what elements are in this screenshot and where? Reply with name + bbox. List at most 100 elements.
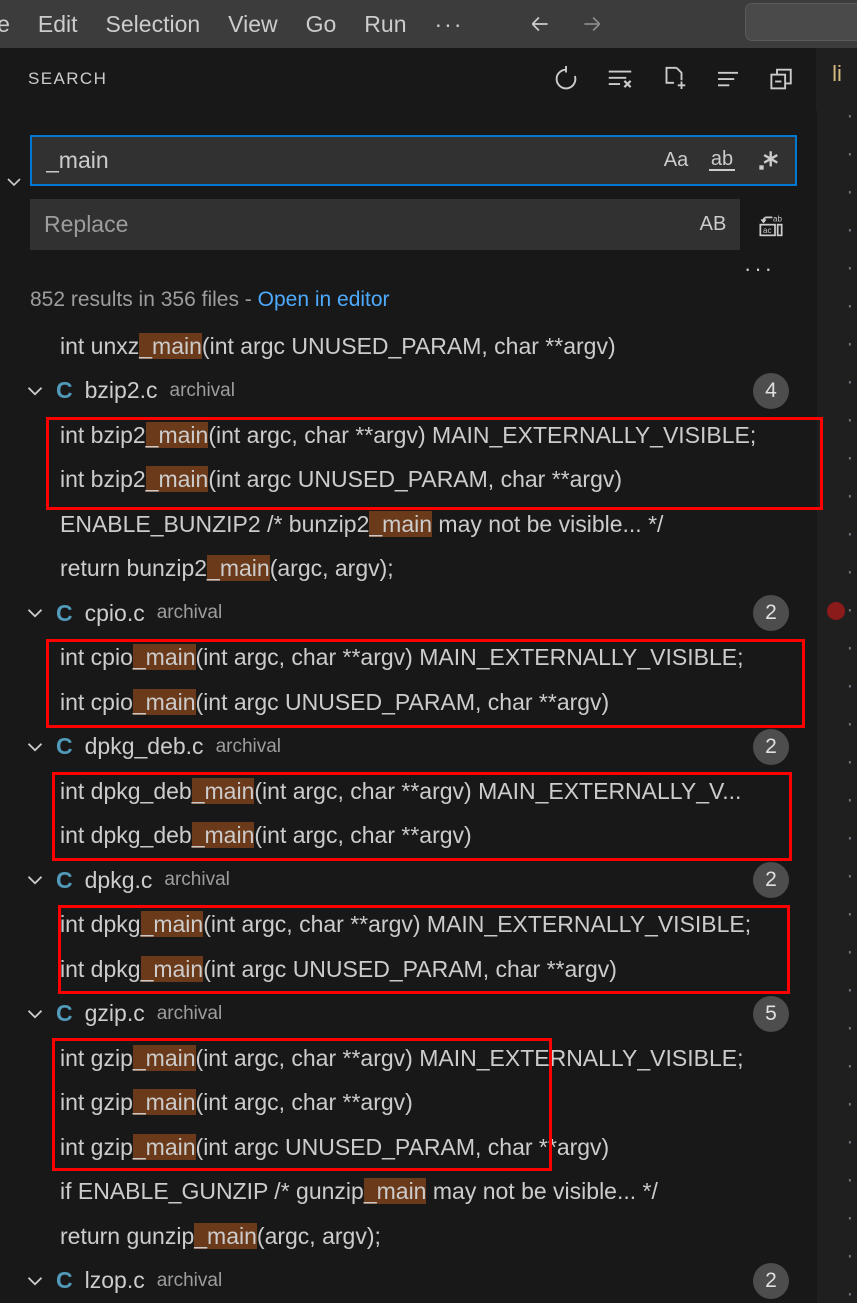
search-input[interactable] (32, 147, 659, 174)
search-result-match-row[interactable]: int dpkg_deb_main(int argc, char **argv) (0, 814, 817, 859)
file-name-label: bzip2.c (84, 377, 158, 404)
menu-item-selection[interactable]: Selection (92, 0, 215, 48)
chevron-down-icon[interactable] (22, 867, 56, 893)
chevron-down-icon[interactable] (22, 1001, 56, 1027)
menu-item-edit[interactable]: Edit (24, 0, 92, 48)
editor-gutter: · · · · · · · · · · · · · · · · · · · · · · · · · · · · · · · · (817, 100, 857, 1303)
file-folder-label: archival (156, 602, 223, 624)
search-result-match-row[interactable]: int bzip2_main(int argc, char **argv) MA… (0, 413, 817, 458)
line-number: · (844, 450, 855, 469)
match-highlight: _main (207, 555, 270, 582)
search-result-file-row[interactable]: Cgzip.c archival 5 (0, 992, 817, 1037)
search-query-area: Aa ab (0, 135, 817, 282)
match-context: may not be visible... */ (426, 1178, 658, 1205)
search-result-match-row[interactable]: int cpio_main(int argc, char **argv) MAI… (0, 636, 817, 681)
arrow-left-icon[interactable] (527, 11, 553, 37)
use-regex-icon[interactable] (751, 144, 785, 178)
search-result-match-row[interactable]: int dpkg_main(int argc UNUSED_PARAM, cha… (0, 947, 817, 992)
match-context: if ENABLE_GUNZIP /* gunzip (60, 1178, 364, 1205)
editor-area: li · · · · · · · · · · · · · · · · · · · · · · · · · · · · · · · · (817, 48, 857, 1303)
search-result-file-row[interactable]: Cdpkg_deb.c archival 2 (0, 725, 817, 770)
match-text: int dpkg_deb_main(int argc, char **argv)… (60, 777, 742, 805)
search-result-match-row[interactable]: int gzip_main(int argc, char **argv) MAI… (0, 1036, 817, 1081)
editor-tab[interactable]: li (817, 48, 857, 100)
file-name-label: lzop.c (84, 1267, 145, 1294)
file-name-label: gzip.c (84, 1000, 145, 1027)
c-file-icon: C (56, 1000, 73, 1027)
line-number: · (844, 868, 855, 887)
match-context: (int argc UNUSED_PARAM, char **argv) (208, 466, 623, 493)
search-input-container[interactable]: Aa ab (30, 135, 797, 186)
search-result-match-row[interactable]: int cpio_main(int argc UNUSED_PARAM, cha… (0, 680, 817, 725)
search-result-match-row[interactable]: int bzip2_main(int argc UNUSED_PARAM, ch… (0, 458, 817, 503)
menu-overflow-button[interactable]: ··· (421, 11, 478, 38)
line-number: · (844, 716, 855, 735)
new-search-editor-icon[interactable] (659, 64, 689, 94)
clear-search-results-icon[interactable] (605, 64, 635, 94)
search-results-tree[interactable]: int unxz_main(int argc UNUSED_PARAM, cha… (0, 324, 817, 1303)
search-result-match-row[interactable]: int gzip_main(int argc UNUSED_PARAM, cha… (0, 1125, 817, 1170)
line-number: · (844, 1248, 855, 1267)
replace-input-container[interactable]: AB ac ab (30, 199, 783, 250)
match-text: int cpio_main(int argc UNUSED_PARAM, cha… (60, 688, 609, 716)
view-as-list-icon[interactable] (713, 64, 743, 94)
search-result-match-row[interactable]: return bunzip2_main(argc, argv); (0, 547, 817, 592)
search-result-file-row[interactable]: Cdpkg.c archival 2 (0, 858, 817, 903)
match-highlight: _main (132, 1044, 196, 1071)
search-result-match-row[interactable]: return gunzip_main(argc, argv); (0, 1214, 817, 1259)
arrow-right-icon[interactable] (579, 11, 605, 37)
menu-item-run[interactable]: Run (350, 0, 420, 48)
page-title: SEARCH (28, 69, 108, 88)
match-highlight: _main (191, 777, 255, 804)
search-header-actions (551, 64, 797, 94)
search-result-match-row[interactable]: if ENABLE_GUNZIP /* gunzip_main may not … (0, 1170, 817, 1215)
preserve-case-icon[interactable]: AB (696, 208, 730, 242)
search-result-file-row[interactable]: Cbzip2.c archival 4 (0, 369, 817, 414)
search-result-match-row[interactable]: int unxz_main(int argc UNUSED_PARAM, cha… (0, 324, 817, 369)
search-result-match-row[interactable]: ENABLE_BUNZIP2 /* bunzip2_main may not b… (0, 502, 817, 547)
line-number: · (844, 260, 855, 279)
match-context: (int argc, char **argv) (195, 1089, 413, 1116)
menu-item-view[interactable]: View (214, 0, 291, 48)
line-number: · (844, 1134, 855, 1153)
search-result-file-row[interactable]: Clzop.c archival 2 (0, 1259, 817, 1303)
line-number: · (844, 678, 855, 697)
match-count-badge: 4 (753, 372, 789, 409)
match-text: int dpkg_main(int argc, char **argv) MAI… (60, 911, 751, 938)
toggle-search-details-button[interactable]: ··· (28, 256, 797, 282)
match-whole-word-icon[interactable]: ab (705, 144, 739, 178)
file-name-label: dpkg_deb.c (84, 733, 204, 760)
file-folder-label: archival (215, 735, 282, 757)
replace-all-icon[interactable]: ac ab (752, 207, 790, 245)
search-result-file-row[interactable]: Ccpio.c archival 2 (0, 591, 817, 636)
match-text: int unxz_main(int argc UNUSED_PARAM, cha… (60, 332, 616, 360)
open-in-editor-link[interactable]: Open in editor (258, 288, 390, 311)
menu-item-file[interactable]: le (0, 0, 24, 48)
command-center-search[interactable] (745, 3, 857, 41)
search-input-toggles: Aa ab (659, 144, 795, 178)
match-text: int bzip2_main(int argc, char **argv) MA… (60, 421, 756, 449)
svg-text:ac: ac (763, 226, 771, 235)
match-highlight: _main (139, 332, 202, 359)
breakpoint-dot[interactable] (827, 602, 845, 620)
chevron-down-icon[interactable] (22, 1268, 56, 1294)
match-context: (int argc, char **argv) MAIN_EXTERNALLY_… (254, 777, 742, 804)
replace-input[interactable] (30, 211, 696, 238)
chevron-down-icon[interactable] (22, 378, 56, 404)
chevron-down-icon[interactable] (22, 600, 56, 626)
search-result-match-row[interactable]: int dpkg_deb_main(int argc, char **argv)… (0, 769, 817, 814)
match-context: int dpkg_deb (60, 822, 192, 849)
match-case-icon[interactable]: Aa (659, 144, 693, 178)
search-result-match-row[interactable]: int dpkg_main(int argc, char **argv) MAI… (0, 903, 817, 948)
chevron-down-icon[interactable] (22, 734, 56, 760)
menu-item-go[interactable]: Go (292, 0, 351, 48)
match-highlight: _main (140, 911, 204, 938)
line-number: · (844, 792, 855, 811)
refresh-icon[interactable] (551, 64, 581, 94)
chevron-down-icon[interactable] (0, 165, 28, 199)
match-highlight: _main (194, 1222, 257, 1249)
line-number: · (844, 184, 855, 203)
collapse-all-icon[interactable] (767, 64, 797, 94)
search-result-match-row[interactable]: int gzip_main(int argc, char **argv) (0, 1081, 817, 1126)
line-number: · (844, 412, 855, 431)
